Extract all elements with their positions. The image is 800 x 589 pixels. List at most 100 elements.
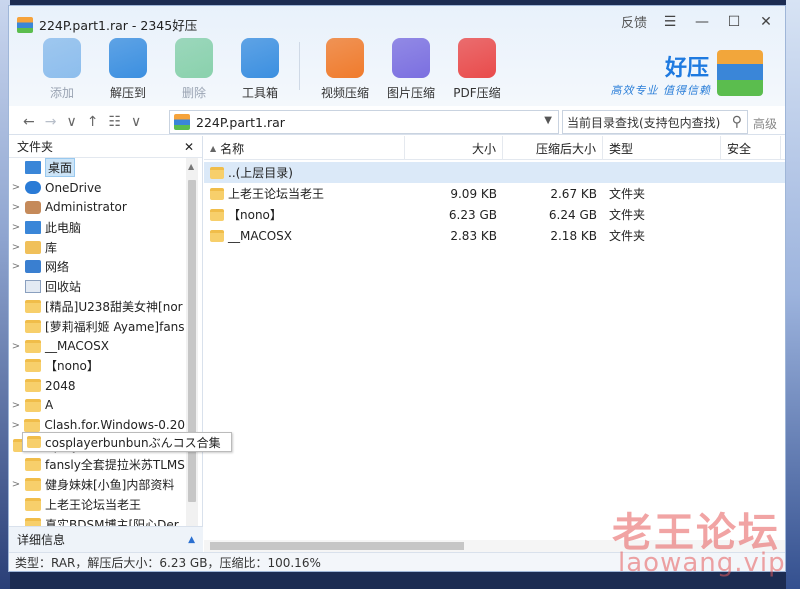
tooltip: cosplayerbunbunぶんコス合集 bbox=[22, 432, 232, 452]
history-dropdown-icon[interactable]: ∨ bbox=[66, 114, 76, 130]
folder-icon bbox=[25, 379, 41, 393]
toolbar-button-0[interactable]: 添加 bbox=[29, 38, 95, 101]
tree-item[interactable]: 上老王论坛当老王 bbox=[9, 495, 185, 515]
detail-panel-toggle[interactable]: 详细信息 ▲ bbox=[9, 526, 203, 552]
folder-icon bbox=[210, 229, 224, 242]
folder-tree: 桌面 > OneDrive > Administrator > 此电脑 > 库 > 网络 回收站 [精品… bbox=[9, 158, 185, 526]
tree-item[interactable]: 回收站 bbox=[9, 277, 185, 297]
expand-chevron-icon[interactable]: > bbox=[9, 202, 23, 213]
file-list: ▲ 名称 大小 压缩后大小 类型 安全 ..(上层目录) 上老王论坛当老王 9.09 … bbox=[204, 136, 785, 552]
col-packed[interactable]: 压缩后大小 bbox=[503, 136, 603, 160]
col-size[interactable]: 大小 bbox=[405, 136, 503, 160]
expand-chevron-icon[interactable]: > bbox=[9, 400, 23, 411]
toolbar-label: PDF压缩 bbox=[453, 86, 501, 100]
scroll-up-icon[interactable]: ▲ bbox=[188, 162, 194, 171]
view-dropdown-icon[interactable]: ∨ bbox=[131, 114, 141, 130]
file-row[interactable]: __MACOSX 2.83 KB 2.18 KB 文件夹 bbox=[204, 225, 785, 246]
folder-icon bbox=[210, 208, 224, 221]
sidebar-scrollbar[interactable]: ▲ bbox=[186, 158, 198, 526]
forward-icon[interactable]: → bbox=[45, 114, 57, 130]
cell-size: 9.09 KB bbox=[405, 183, 503, 204]
tree-item[interactable]: > A bbox=[9, 396, 185, 416]
col-name[interactable]: ▲ 名称 bbox=[204, 136, 405, 160]
tree-item[interactable]: fansly全套提拉米苏TLMS bbox=[9, 455, 185, 475]
header-area: 224P.part1.rar - 2345好压 反馈 ☰ — ☐ ✕ 添加 解压到… bbox=[9, 6, 785, 106]
network-icon bbox=[25, 260, 41, 274]
tree-item[interactable]: 桌面 bbox=[9, 158, 185, 178]
expand-chevron-icon[interactable]: > bbox=[9, 479, 23, 490]
up-icon[interactable]: ↑ bbox=[87, 114, 99, 130]
hscroll-thumb[interactable] bbox=[210, 542, 464, 550]
toolbar-separator bbox=[299, 42, 300, 90]
feedback-link[interactable]: 反馈 bbox=[621, 12, 647, 31]
file-row[interactable]: 【nono】 6.23 GB 6.24 GB 文件夹 bbox=[204, 204, 785, 225]
close-icon[interactable]: ✕ bbox=[757, 13, 775, 31]
cell-text: 2.18 KB bbox=[550, 228, 597, 243]
menu-icon[interactable]: ☰ bbox=[661, 13, 679, 31]
expand-chevron-icon[interactable]: > bbox=[9, 341, 23, 352]
search-icon[interactable]: ⚲ bbox=[732, 114, 742, 130]
tree-item-label: 此电脑 bbox=[45, 220, 82, 235]
scrollbar-thumb[interactable] bbox=[188, 180, 196, 502]
search-placeholder: 当前目录查找(支持包内查找) bbox=[567, 115, 721, 130]
tree-item[interactable]: 2048 bbox=[9, 376, 185, 396]
toolbar-button-1[interactable]: 解压到 bbox=[95, 38, 161, 101]
tree-item-label: [萝莉福利姬 Ayame]fans bbox=[45, 319, 185, 334]
maximize-icon[interactable]: ☐ bbox=[725, 13, 743, 31]
toolbar-button-4[interactable]: 视频压缩 bbox=[312, 38, 378, 101]
folder-icon bbox=[25, 458, 41, 472]
sidebar-header: 文件夹 ✕ bbox=[9, 136, 202, 158]
toolbar-button-6[interactable]: PDF压缩 bbox=[444, 38, 510, 101]
expand-chevron-icon[interactable]: > bbox=[9, 261, 23, 272]
expand-chevron-icon[interactable]: > bbox=[9, 420, 22, 431]
folder-icon bbox=[25, 359, 41, 373]
cell-packed: 2.67 KB bbox=[503, 183, 603, 204]
column-headers: ▲ 名称 大小 压缩后大小 类型 安全 bbox=[204, 136, 785, 160]
tree-item[interactable]: [萝莉福利姬 Ayame]fans bbox=[9, 316, 185, 336]
toolbar-button-3[interactable]: 工具箱 bbox=[227, 38, 293, 101]
sidebar-title: 文件夹 bbox=[17, 140, 54, 154]
path-dropdown-icon[interactable]: ▼ bbox=[544, 115, 552, 126]
path-input[interactable]: 224P.part1.rar ▼ bbox=[169, 110, 559, 134]
toolbar-label: 添加 bbox=[49, 86, 74, 100]
nav-buttons: ← → ∨ ↑ ☷ ∨ bbox=[9, 114, 169, 130]
cell-text: 文件夹 bbox=[609, 208, 646, 222]
tree-item[interactable]: > Administrator bbox=[9, 198, 185, 218]
cell-size: 2.83 KB bbox=[405, 225, 503, 246]
toolbar-label: 图片压缩 bbox=[386, 86, 435, 100]
minimize-icon[interactable]: — bbox=[693, 13, 711, 31]
advanced-search-button[interactable]: 高级 bbox=[753, 115, 777, 132]
image-compress-icon bbox=[392, 38, 430, 78]
tree-item[interactable]: > 此电脑 bbox=[9, 217, 185, 237]
back-icon[interactable]: ← bbox=[23, 114, 35, 130]
tree-item[interactable]: > OneDrive bbox=[9, 178, 185, 198]
tree-item[interactable]: > 网络 bbox=[9, 257, 185, 277]
folder-icon bbox=[25, 339, 41, 353]
file-row[interactable]: 上老王论坛当老王 9.09 KB 2.67 KB 文件夹 bbox=[204, 183, 785, 204]
tree-item[interactable]: 真实BDSM博主[阳心Der bbox=[9, 514, 185, 526]
col-type[interactable]: 类型 bbox=[603, 136, 721, 160]
expand-chevron-icon[interactable]: > bbox=[9, 242, 23, 253]
tree-item[interactable]: > 库 bbox=[9, 237, 185, 257]
cloud-icon bbox=[25, 181, 41, 195]
tree-item[interactable]: > __MACOSX bbox=[9, 336, 185, 356]
sort-up-icon: ▲ bbox=[210, 143, 217, 153]
toolbar-label: 删除 bbox=[181, 86, 206, 100]
tree-item[interactable]: 【nono】 bbox=[9, 356, 185, 376]
tree-item-label: OneDrive bbox=[45, 180, 102, 195]
search-input[interactable]: 当前目录查找(支持包内查找) ⚲ bbox=[562, 110, 748, 134]
view-mode-icon[interactable]: ☷ bbox=[108, 114, 121, 130]
col-security[interactable]: 安全 bbox=[721, 136, 781, 160]
expand-chevron-icon[interactable]: > bbox=[9, 182, 23, 193]
toolbar-button-2[interactable]: 删除 bbox=[161, 38, 227, 101]
tree-item[interactable]: [精品]U238甜美女神[nor bbox=[9, 297, 185, 317]
toolbar-button-5[interactable]: 图片压缩 bbox=[378, 38, 444, 101]
expand-chevron-icon[interactable]: > bbox=[9, 222, 23, 233]
extract-icon bbox=[109, 38, 147, 78]
watermark-url: laowang.vip bbox=[618, 548, 786, 578]
tree-item-label: 回收站 bbox=[45, 280, 82, 295]
cell-text: __MACOSX bbox=[228, 228, 293, 243]
sidebar-close-icon[interactable]: ✕ bbox=[184, 140, 194, 154]
file-row[interactable]: ..(上层目录) bbox=[204, 162, 785, 183]
tree-item[interactable]: > 健身妹妹[小鱼]内部资料 bbox=[9, 475, 185, 495]
